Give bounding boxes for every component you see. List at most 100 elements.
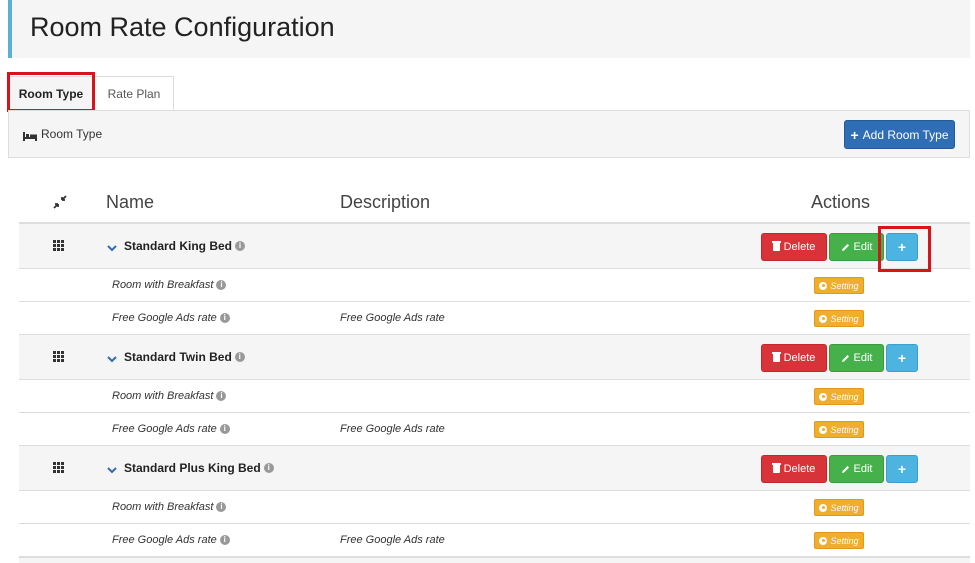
- room-group-name: Standard King Bed i: [124, 239, 246, 253]
- edit-label: Edit: [853, 463, 873, 475]
- chevron-down-icon[interactable]: [107, 240, 117, 252]
- grip-icon[interactable]: [53, 351, 65, 362]
- rate-plan-name-text: Free Google Ads rate: [112, 534, 217, 546]
- room-type-panel: Room Type + Add Room Type: [8, 110, 970, 158]
- compress-icon[interactable]: [52, 194, 68, 213]
- header-actions: Actions: [811, 192, 871, 212]
- gear-icon: [819, 314, 828, 323]
- rate-plan-description: Free Google Ads rate: [340, 534, 445, 546]
- header-name: Name: [106, 192, 155, 212]
- chevron-down-icon[interactable]: [107, 462, 117, 474]
- rate-plan-name: Free Google Ads rate i: [112, 534, 230, 546]
- setting-button[interactable]: Setting: [814, 388, 864, 405]
- plus-icon: +: [897, 239, 907, 255]
- delete-button[interactable]: Delete: [761, 455, 827, 483]
- setting-label: Setting: [830, 313, 859, 324]
- room-group-name: Standard Twin Bed i: [124, 350, 245, 364]
- trash-icon: [771, 463, 781, 473]
- setting-button[interactable]: Setting: [814, 532, 864, 549]
- rate-plan-name: Room with Breakfast i: [112, 501, 227, 513]
- gear-icon: [819, 281, 828, 290]
- page-header: Room Rate Configuration: [8, 0, 970, 58]
- tab-room-type[interactable]: Room Type: [8, 76, 94, 111]
- add-room-type-label: Add Room Type: [862, 127, 949, 142]
- gear-icon: [819, 392, 828, 401]
- rate-plan-row: Free Google Ads rate i Free Google Ads r…: [19, 524, 970, 557]
- info-icon[interactable]: i: [235, 241, 246, 251]
- gear-icon: [819, 425, 828, 434]
- setting-label: Setting: [830, 280, 859, 291]
- info-icon[interactable]: i: [216, 502, 227, 512]
- rate-plan-name: Room with Breakfast i: [112, 390, 227, 402]
- plus-icon: +: [897, 461, 907, 477]
- table-body: Standard King Bed i Delete Edit + Room w…: [19, 224, 970, 557]
- info-icon[interactable]: i: [216, 280, 227, 290]
- setting-button[interactable]: Setting: [814, 310, 864, 327]
- bed-icon: [23, 130, 37, 141]
- chevron-down-icon[interactable]: [107, 351, 117, 363]
- trash-icon: [771, 352, 781, 362]
- grip-icon[interactable]: [53, 240, 65, 251]
- room-group-row: Standard King Bed i Delete Edit +: [19, 224, 970, 269]
- info-icon[interactable]: i: [263, 463, 274, 473]
- gear-icon: [819, 536, 828, 545]
- table-header: Name Description Actions: [19, 180, 970, 224]
- rate-plan-name-text: Room with Breakfast: [112, 279, 214, 291]
- setting-button[interactable]: Setting: [814, 277, 864, 294]
- add-rate-button[interactable]: +: [886, 455, 918, 483]
- room-group-name: Standard Plus King Bed i: [124, 461, 274, 475]
- edit-button[interactable]: Edit: [829, 344, 884, 372]
- panel-title: Room Type: [23, 127, 102, 141]
- setting-label: Setting: [830, 502, 859, 513]
- setting-button[interactable]: Setting: [814, 499, 864, 516]
- setting-label: Setting: [830, 535, 859, 546]
- rate-plan-name-text: Free Google Ads rate: [112, 423, 217, 435]
- room-group-row: Standard Twin Bed i Delete Edit +: [19, 335, 970, 380]
- rate-plan-row: Room with Breakfast i Setting: [19, 380, 970, 413]
- add-room-type-button[interactable]: + Add Room Type: [844, 120, 955, 149]
- info-icon[interactable]: i: [234, 352, 245, 362]
- info-icon[interactable]: i: [219, 313, 230, 323]
- panel-title-text: Room Type: [41, 127, 103, 141]
- rate-plan-name: Free Google Ads rate i: [112, 312, 230, 324]
- pencil-icon: [841, 465, 850, 474]
- delete-button[interactable]: Delete: [761, 344, 827, 372]
- setting-button[interactable]: Setting: [814, 421, 864, 438]
- edit-label: Edit: [853, 352, 873, 364]
- setting-label: Setting: [830, 424, 859, 435]
- add-rate-button[interactable]: +: [886, 344, 918, 372]
- grip-icon[interactable]: [53, 462, 65, 473]
- setting-label: Setting: [830, 391, 859, 402]
- edit-label: Edit: [853, 241, 873, 253]
- rate-plan-row: Free Google Ads rate i Free Google Ads r…: [19, 413, 970, 446]
- plus-icon: +: [897, 350, 907, 366]
- rate-plan-name: Free Google Ads rate i: [112, 423, 230, 435]
- room-group-row: Standard Plus King Bed i Delete Edit +: [19, 446, 970, 491]
- edit-button[interactable]: Edit: [829, 233, 884, 261]
- page-title: Room Rate Configuration: [30, 12, 335, 42]
- info-icon[interactable]: i: [219, 535, 230, 545]
- pencil-icon: [841, 243, 850, 252]
- delete-label: Delete: [783, 352, 816, 364]
- pencil-icon: [841, 354, 850, 363]
- header-description: Description: [340, 192, 431, 212]
- delete-label: Delete: [783, 463, 816, 475]
- tab-rate-plan[interactable]: Rate Plan: [94, 76, 174, 111]
- room-group-name-text: Standard Plus King Bed: [124, 461, 261, 475]
- delete-button[interactable]: Delete: [761, 233, 827, 261]
- room-group-name-text: Standard Twin Bed: [124, 350, 232, 364]
- rate-plan-name: Room with Breakfast i: [112, 279, 227, 291]
- info-icon[interactable]: i: [219, 424, 230, 434]
- rate-plan-description: Free Google Ads rate: [340, 423, 445, 435]
- room-type-table: Name Description Actions Standard King B…: [19, 180, 970, 563]
- plus-icon: +: [850, 126, 859, 143]
- rate-plan-name-text: Room with Breakfast: [112, 501, 214, 513]
- edit-button[interactable]: Edit: [829, 455, 884, 483]
- gear-icon: [819, 503, 828, 512]
- info-icon[interactable]: i: [216, 391, 227, 401]
- add-rate-button[interactable]: +: [886, 233, 918, 261]
- table-footer-edge: [19, 557, 970, 563]
- rate-plan-name-text: Free Google Ads rate: [112, 312, 217, 324]
- delete-label: Delete: [783, 241, 816, 253]
- rate-plan-row: Room with Breakfast i Setting: [19, 269, 970, 302]
